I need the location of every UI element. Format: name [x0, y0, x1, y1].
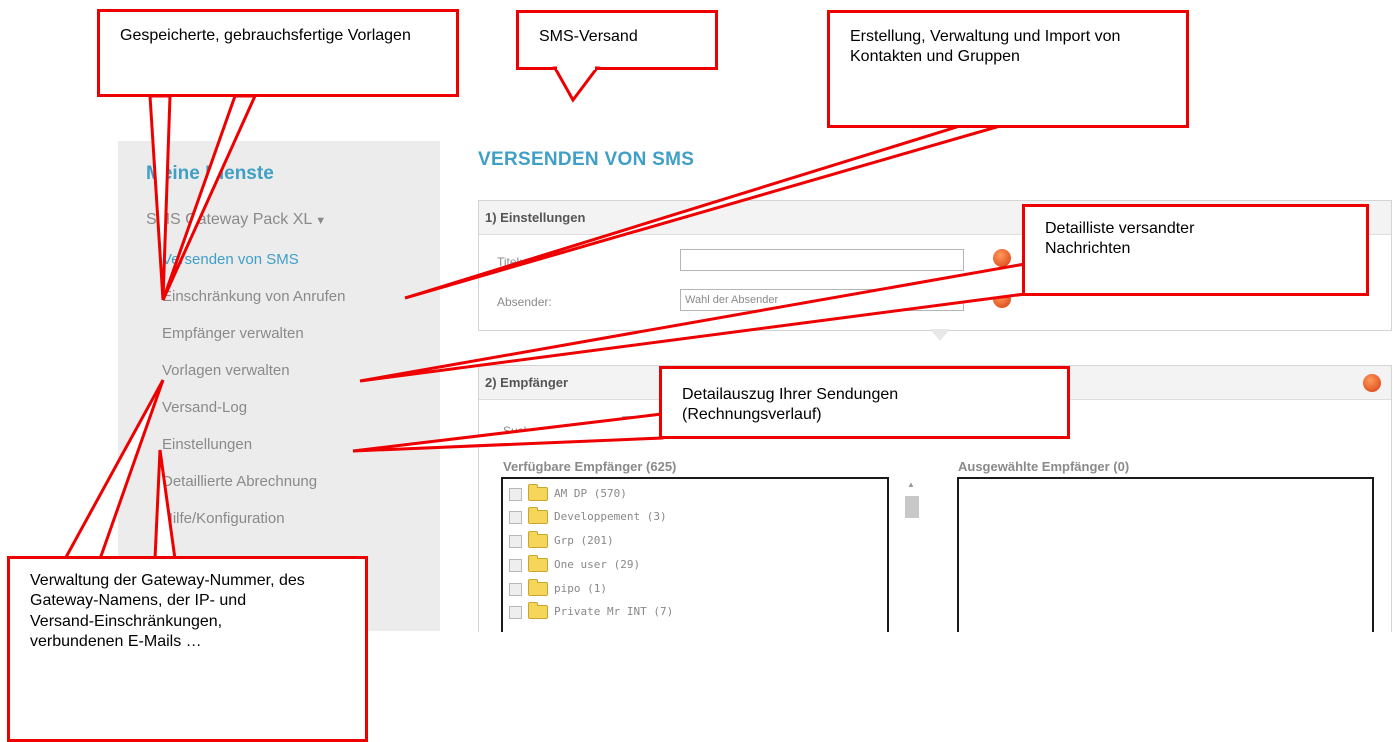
- scroll-up-icon[interactable]: ▲: [907, 480, 915, 489]
- sidebar-item-send-sms[interactable]: Versenden von SMS: [162, 241, 345, 278]
- search-label: Suchen:: [503, 424, 548, 438]
- group-label: Private Mr INT (7): [554, 605, 674, 618]
- service-dropdown-label: SMS Gateway Pack XL: [146, 211, 313, 228]
- folder-icon: [528, 555, 548, 572]
- sidebar-item-call-restriction[interactable]: Einschränkung von Anrufen: [162, 278, 345, 315]
- sidebar-item-send-log[interactable]: Versand-Log: [162, 389, 345, 426]
- selected-recipients-label: Ausgewählte Empfänger (0): [958, 459, 1130, 474]
- group-label: One user (29): [554, 558, 641, 571]
- group-label: pipo (1): [554, 582, 607, 595]
- available-recipients-list[interactable]: AM DP (570) Developpement (3) Grp (201) …: [501, 477, 889, 651]
- sender-label: Absender:: [497, 295, 552, 309]
- list-item[interactable]: One user (29): [509, 554, 640, 576]
- list-item[interactable]: Private Mr INT (7): [509, 601, 673, 623]
- callout-contacts: Erstellung, Verwaltung und Import von Ko…: [827, 10, 1189, 128]
- help-icon[interactable]: [993, 249, 1011, 267]
- checkbox[interactable]: [509, 582, 522, 596]
- sender-select[interactable]: Wahl der Absender ▼: [680, 289, 964, 311]
- folder-icon: [528, 579, 548, 596]
- panel-pointer: [930, 329, 950, 341]
- folder-icon: [528, 484, 548, 501]
- checkbox[interactable]: [509, 510, 522, 524]
- group-label: AM DP (570): [554, 487, 627, 500]
- callout-pointer: [552, 66, 600, 103]
- sidebar-item-billing[interactable]: Detaillierte Abrechnung: [162, 463, 345, 500]
- chevron-down-icon: ▼: [948, 295, 957, 305]
- callout-templates: Gespeicherte, gebrauchsfertige Vorlagen: [97, 9, 459, 97]
- checkbox[interactable]: [509, 558, 522, 572]
- list-item[interactable]: AM DP (570): [509, 483, 627, 505]
- help-icon[interactable]: [993, 290, 1011, 308]
- sidebar-item-manage-recipients[interactable]: Empfänger verwalten: [162, 315, 345, 352]
- help-icon[interactable]: [1363, 374, 1381, 392]
- chevron-down-icon: ▼: [315, 215, 327, 227]
- checkbox[interactable]: [509, 487, 522, 501]
- service-dropdown[interactable]: SMS Gateway Pack XL ▼: [146, 211, 326, 229]
- sidebar-menu: Versenden von SMS Einschränkung von Anru…: [162, 241, 345, 537]
- sidebar-item-settings[interactable]: Einstellungen: [162, 426, 345, 463]
- folder-icon: [528, 602, 548, 619]
- callout-gateway: Verwaltung der Gateway-Nummer, des Gatew…: [7, 556, 368, 742]
- group-label: Developpement (3): [554, 510, 667, 523]
- sidebar-item-help[interactable]: Hilfe/Konfiguration: [162, 500, 345, 537]
- available-recipients-label: Verfügbare Empfänger (625): [503, 459, 677, 474]
- page-bottom-area: [440, 632, 1393, 742]
- list-item[interactable]: Grp (201): [509, 530, 614, 552]
- folder-icon: [528, 507, 548, 524]
- selected-recipients-list[interactable]: [957, 477, 1374, 651]
- callout-log: Detailliste versandter Nachrichten: [1022, 204, 1369, 296]
- list-item[interactable]: Developpement (3): [509, 506, 667, 528]
- callout-sms-send: SMS-Versand: [516, 10, 718, 70]
- sender-select-value: Wahl der Absender: [685, 294, 779, 306]
- scroll-thumb[interactable]: [905, 496, 919, 518]
- sidebar-title: Meine Dienste: [146, 163, 274, 184]
- list-item[interactable]: pipo (1): [509, 578, 607, 600]
- page-title: VERSENDEN VON SMS: [478, 149, 695, 170]
- checkbox[interactable]: [509, 605, 522, 619]
- folder-icon: [528, 531, 548, 548]
- sidebar-item-manage-templates[interactable]: Vorlagen verwalten: [162, 352, 345, 389]
- checkbox[interactable]: [509, 534, 522, 548]
- title-label: Titel:: [497, 255, 523, 269]
- callout-billing: Detailauszug Ihrer Sendungen (Rechnungsv…: [659, 366, 1070, 439]
- title-input[interactable]: [680, 249, 964, 271]
- group-label: Grp (201): [554, 534, 614, 547]
- scrollbar[interactable]: ▲: [903, 480, 921, 630]
